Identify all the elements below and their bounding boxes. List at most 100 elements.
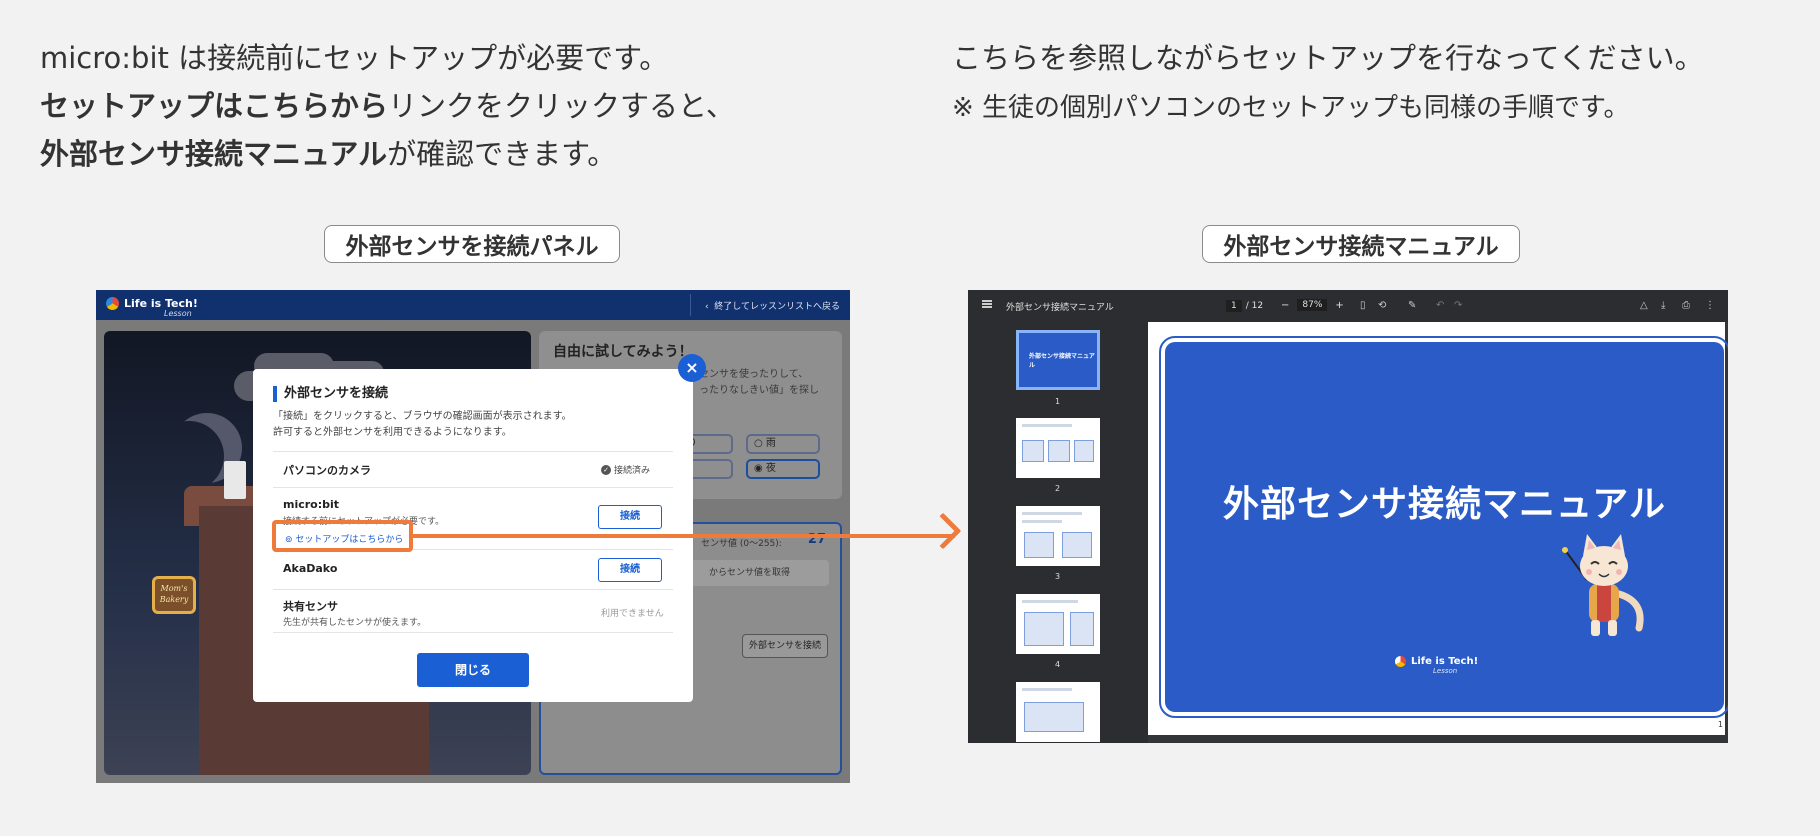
setup-link-highlight [272, 520, 413, 552]
drive-icon[interactable]: △ [1640, 300, 1648, 311]
thumb-box [1074, 440, 1094, 462]
label-sensor-manual: 外部センサ接続マニュアル [1202, 225, 1520, 263]
manual-pdf-screenshot: 外部センサ接続マニュアル 1 / 12 − 87% + ▯ ⟲ ✎ ↶ ↷ △ … [968, 290, 1728, 743]
sensor-name: パソコンのカメラ [283, 464, 371, 477]
modal-close-button[interactable]: 閉じる [417, 653, 529, 687]
thumbnail-5[interactable] [1016, 682, 1100, 742]
cover-slide: 外部センサ接続マニュアル Life is Tech! Lesson [1159, 336, 1728, 718]
unavailable-status: 利用できません [601, 609, 664, 619]
moon-icon [154, 421, 224, 491]
zoom-out-icon[interactable]: − [1281, 300, 1289, 311]
cover-logo-text: Life is Tech! [1411, 656, 1479, 667]
thumbnail-4[interactable] [1016, 594, 1100, 654]
thumb-box [1062, 532, 1092, 558]
cat-mascot-icon [1562, 534, 1644, 636]
logo-mark-icon [1395, 656, 1406, 667]
sensor-name: 共有センサ [283, 600, 338, 613]
sensor-sub: 先生が共有したセンサが使えます。 [283, 618, 427, 628]
fit-page-icon[interactable]: ▯ [1360, 300, 1366, 311]
label-sensor-panel: 外部センサを接続パネル [324, 225, 620, 263]
thumb-line [1022, 520, 1062, 523]
redo-icon[interactable]: ↷ [1454, 300, 1462, 311]
cover-logo-sub: Lesson [1433, 667, 1458, 675]
option-rain[interactable]: ○ 雨 [746, 434, 820, 454]
annotate-icon[interactable]: ✎ [1408, 300, 1416, 311]
thumb-line [1022, 688, 1072, 691]
intro-line-2-bold: セットアップはこちらから [40, 89, 389, 123]
thumbnail-2[interactable] [1016, 418, 1100, 478]
page-indicator: 1 / 12 [1226, 300, 1263, 312]
thumbnail-number: 3 [1055, 572, 1061, 581]
thumbnail-3[interactable] [1016, 506, 1100, 566]
menu-icon[interactable] [982, 300, 992, 308]
try-panel-text-2: ったりなしきい値」を探し [699, 385, 819, 396]
pdf-title: 外部センサ接続マニュアル [1006, 303, 1114, 313]
thumbnail-number: 2 [1055, 484, 1061, 493]
thumbnail-1[interactable]: 外部センサ接続マニュアル [1016, 330, 1100, 390]
pdf-page-1: 外部センサ接続マニュアル Life is Tech! Lesson 1 [1148, 322, 1728, 735]
intro-line-3-rest: が確認できます。 [387, 137, 617, 171]
modal-desc-2: 許可すると外部センサを利用できるようになります。 [273, 427, 512, 438]
pdf-toolbar: 外部センサ接続マニュアル 1 / 12 − 87% + ▯ ⟲ ✎ ↶ ↷ △ … [968, 290, 1728, 322]
app-header: Life is Tech! Lesson ‹ 終了してレッスンリストへ戻る [96, 290, 850, 320]
thumbnail-number: 1 [1055, 397, 1061, 406]
sensor-name: AkaDako [283, 562, 338, 575]
option-rain-label: 雨 [765, 438, 776, 449]
sensor-row-shared: 共有センサ 先生が共有したセンサが使えます。 利用できません [273, 589, 673, 633]
thumbnail-sidebar: 外部センサ接続マニュアル 1 2 3 4 [968, 322, 1148, 743]
sign-text-1: Mom's [160, 584, 188, 593]
connect-akadako-button[interactable]: 接続 [598, 558, 662, 582]
intro-right-line-2: ※ 生徒の個別パソコンのセットアップも同様の手順です。 [952, 93, 1630, 123]
thumb-box [1048, 440, 1070, 462]
zoom-controls: − 87% + [1281, 299, 1344, 311]
page-input[interactable]: 1 [1226, 300, 1242, 312]
intro-right-line-1: こちらを参照しながらセットアップを行なってください。 [952, 41, 1704, 75]
connected-status-label: 接続済み [614, 466, 651, 476]
thumb-box [1024, 532, 1054, 558]
back-to-lessons-link[interactable]: ‹ 終了してレッスンリストへ戻る [705, 299, 840, 312]
intro-line-2-rest: リンクをクリックすると、 [388, 89, 735, 123]
undo-icon[interactable]: ↶ [1436, 300, 1444, 311]
intro-left-text: micro:bit は接続前にセットアップが必要です。 セットアップはこちらから… [40, 34, 735, 178]
arrow-right-icon [924, 512, 962, 550]
thumbnail-number: 4 [1055, 660, 1061, 669]
thumb-box [1024, 612, 1064, 646]
connect-microbit-button[interactable]: 接続 [598, 505, 662, 529]
sensor-row-camera: パソコンのカメラ ✓ 接続済み [273, 451, 673, 487]
connect-sensor-button[interactable]: 外部センサを接続 [742, 634, 828, 658]
modal-desc-1: 「接続」をクリックすると、ブラウザの確認画面が表示されます。 [273, 411, 572, 422]
try-panel-text-1: センサを使ったりして、 [699, 369, 809, 380]
logo-sub: Lesson [164, 309, 192, 318]
arrow-line [413, 534, 955, 538]
app-logo[interactable]: Life is Tech! Lesson [106, 297, 198, 318]
print-icon[interactable]: ⎙ [1682, 300, 1690, 311]
close-icon[interactable]: × [678, 354, 706, 382]
rotate-icon[interactable]: ⟲ [1378, 300, 1386, 311]
intro-line-2: セットアップはこちらからリンクをクリックすると、 [40, 82, 735, 130]
check-icon: ✓ [601, 464, 611, 475]
option-night-label: 夜 [765, 463, 776, 474]
thumb-box [1070, 612, 1094, 646]
cover-logo: Life is Tech! Lesson [1395, 656, 1479, 675]
logo-mark-icon [106, 297, 119, 310]
sign-text-2: Bakery [159, 595, 189, 604]
zoom-in-icon[interactable]: + [1335, 300, 1343, 311]
intro-line-3-bold: 外部センサ接続マニュアル [40, 137, 388, 171]
thumbnail-1-title: 外部センサ接続マニュアル [1029, 353, 1095, 369]
more-icon[interactable]: ⋮ [1705, 300, 1715, 311]
modal-title: 外部センサを接続 [273, 386, 388, 402]
try-panel-title: 自由に試してみよう！ [553, 344, 693, 360]
back-label: 終了してレッスンリストへ戻る [714, 302, 840, 312]
bakery-sign: Mom's Bakery [152, 576, 196, 614]
pdf-page-area: 外部センサ接続マニュアル Life is Tech! Lesson 1 [1148, 322, 1728, 743]
sensor-name: micro:bit [283, 498, 340, 511]
thumb-line [1022, 512, 1082, 515]
option-night[interactable]: ◉ 夜 [746, 459, 820, 479]
chevron-left-icon: ‹ [704, 302, 715, 312]
zoom-level[interactable]: 87% [1297, 299, 1328, 311]
intro-right-text: こちらを参照しながらセットアップを行なってください。 ※ 生徒の個別パソコンのセ… [952, 34, 1704, 130]
intro-line-3: 外部センサ接続マニュアルが確認できます。 [40, 130, 735, 178]
download-icon[interactable]: ⤓ [1661, 300, 1665, 311]
sensor-row-akadako: AkaDako 接続 [273, 549, 673, 589]
cover-title: 外部センサ接続マニュアル [1223, 484, 1666, 525]
